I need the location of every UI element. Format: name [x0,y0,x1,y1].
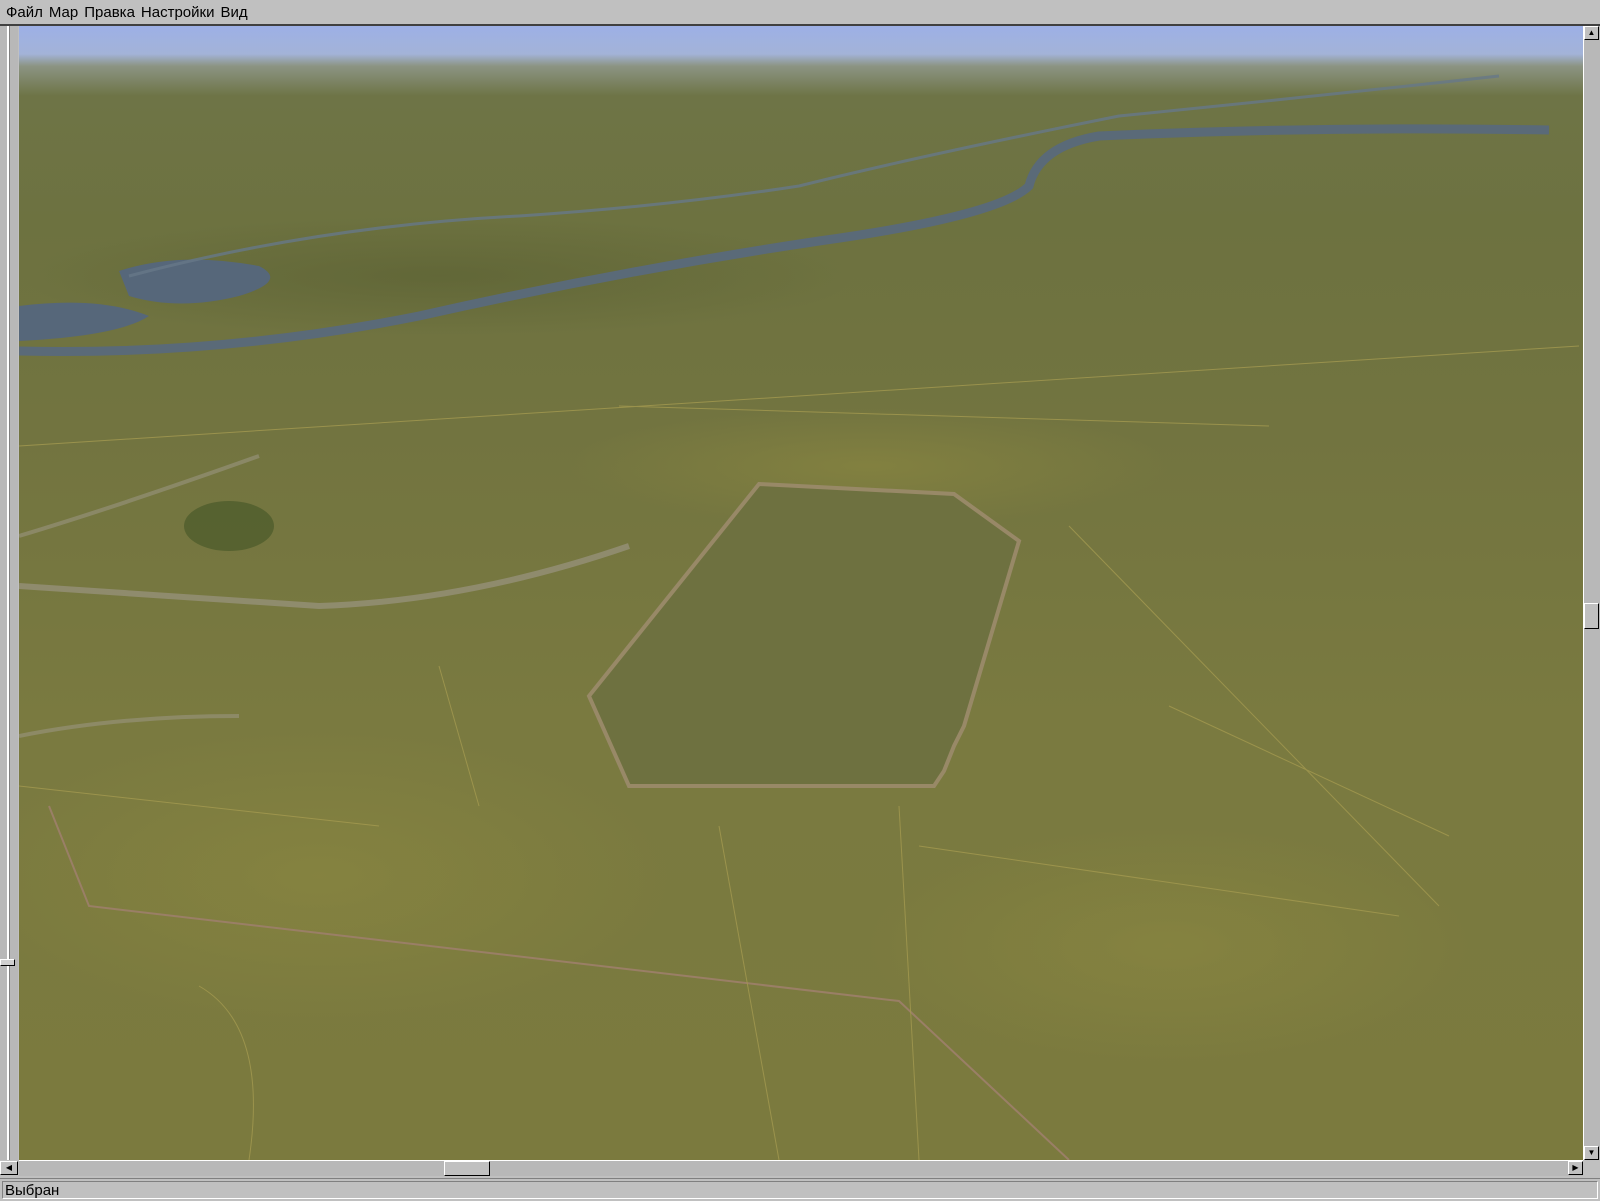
status-bar: Выбран [0,1178,1600,1201]
scroll-up-arrow-icon[interactable]: ▲ [1584,26,1599,40]
slider-track[interactable] [7,26,10,1160]
scroll-down-arrow-icon[interactable]: ▼ [1584,1146,1599,1160]
menu-view[interactable]: Вид [217,4,250,21]
slider-thumb[interactable] [0,959,15,966]
menu-settings[interactable]: Настройки [138,4,218,21]
scroll-right-arrow-icon[interactable]: ▶ [1568,1161,1583,1175]
ravine [19,714,240,738]
status-text: Выбран [2,1181,1598,1199]
horizontal-scroll-thumb[interactable] [444,1161,490,1176]
yellow-field-area [19,726,669,1026]
scroll-left-arrow-icon[interactable]: ◀ [0,1161,18,1175]
airfield-perimeter [586,481,1022,788]
ravine [19,543,630,610]
menu-map[interactable]: Мар [46,4,81,21]
menu-edit[interactable]: Правка [81,4,138,21]
vertical-scrollbar[interactable]: ▲ ▼ [1583,26,1600,1160]
horizontal-scrollbar[interactable]: ◀ ▶ [0,1160,1583,1176]
map-3d-view[interactable] [19,26,1583,1160]
terrain-render [19,74,1580,1160]
left-slider[interactable] [0,26,18,1160]
menu-file[interactable]: Файл [0,4,46,21]
forest-patch [184,501,274,551]
vertical-scroll-thumb[interactable] [1584,603,1599,629]
menu-bar: Файл Мар Правка Настройки Вид [0,0,1600,26]
yellow-field-area [869,826,1469,1066]
